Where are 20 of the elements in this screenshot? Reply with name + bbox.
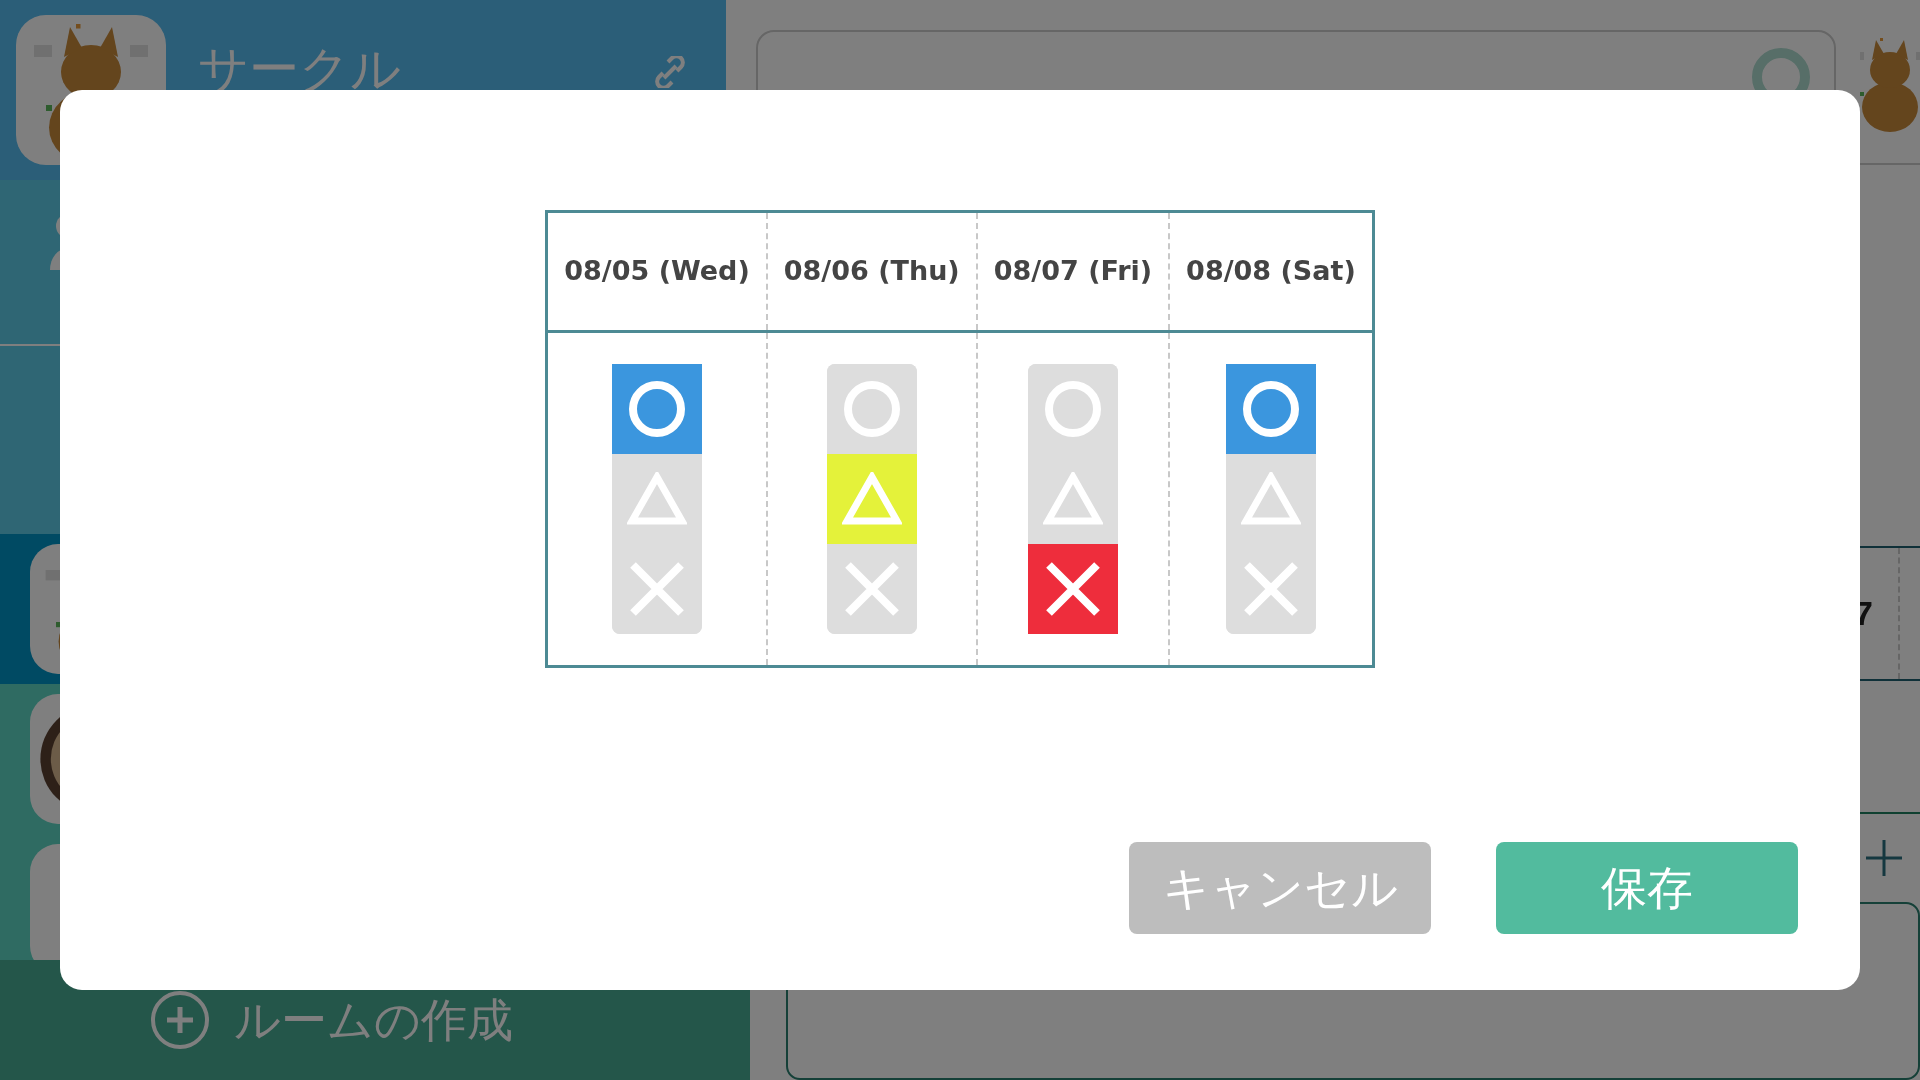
cancel-button[interactable]: キャンセル bbox=[1129, 842, 1431, 934]
date-header: 08/05 (Wed) bbox=[546, 211, 767, 332]
triangle-icon bbox=[627, 472, 687, 526]
circle-icon bbox=[1042, 379, 1103, 439]
circle-icon bbox=[1240, 379, 1301, 439]
circle-icon bbox=[841, 379, 902, 439]
vote-option[interactable] bbox=[1027, 544, 1118, 634]
triangle-icon bbox=[841, 472, 902, 526]
circle-title: サークル bbox=[198, 44, 402, 94]
date-header: 08/07 (Fri) bbox=[976, 211, 1170, 332]
circle-icon bbox=[627, 379, 687, 439]
vote-option[interactable] bbox=[612, 364, 702, 454]
triangle-icon bbox=[1240, 472, 1301, 526]
link-icon bbox=[654, 56, 686, 88]
triangle-icon bbox=[1042, 472, 1103, 526]
save-button[interactable]: 保存 bbox=[1496, 842, 1798, 934]
plus-icon[interactable] bbox=[1864, 838, 1904, 879]
vote-option[interactable] bbox=[1225, 364, 1316, 454]
date-header: 08/08 (Sat) bbox=[1169, 211, 1374, 332]
date-header: 08/06 (Thu) bbox=[766, 211, 977, 332]
